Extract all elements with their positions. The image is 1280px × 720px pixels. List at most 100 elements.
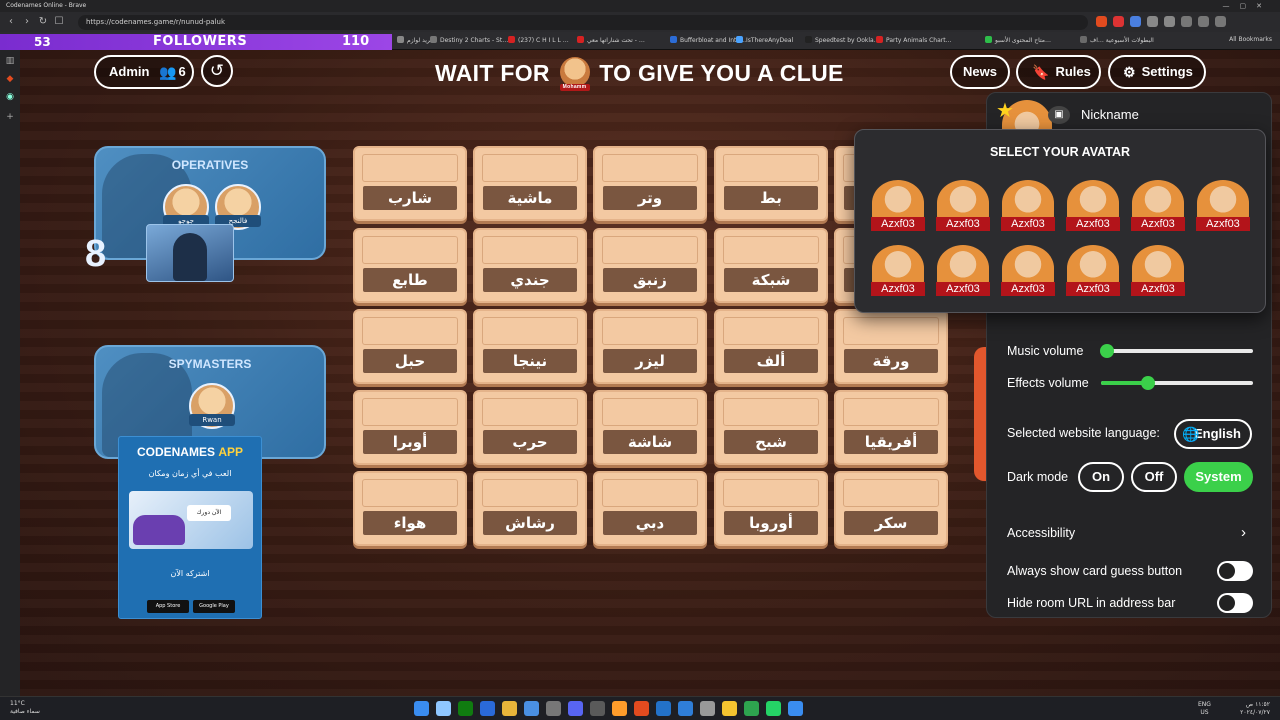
avatar-option[interactable]: Azxf03 [1131, 180, 1185, 234]
app-icon[interactable] [656, 701, 671, 716]
change-avatar-icon[interactable]: ▣ [1048, 106, 1070, 124]
taskview-icon[interactable] [436, 701, 451, 716]
sidebar-panel-icon[interactable]: ▥ [5, 56, 15, 66]
app-icon[interactable] [590, 701, 605, 716]
google-play-badge[interactable]: Google Play [193, 600, 235, 613]
word-card[interactable]: ألف [714, 309, 828, 384]
bookmark-item[interactable]: Party Animals Chart… [876, 36, 952, 44]
effects-volume-knob[interactable] [1141, 376, 1156, 390]
word-card[interactable]: زنبق [593, 228, 707, 303]
word-card[interactable]: رشاش [473, 471, 587, 546]
extension-icon[interactable] [1147, 16, 1158, 27]
dark-mode-off[interactable]: Off [1131, 462, 1177, 492]
weather-widget[interactable]: 11°C سماء صافية [10, 700, 40, 716]
explorer-icon[interactable] [502, 701, 517, 716]
word-card[interactable]: طابع [353, 228, 467, 303]
app-icon[interactable] [744, 701, 759, 716]
word-icon[interactable] [480, 701, 495, 716]
reset-icon[interactable]: ↺ [201, 55, 233, 87]
vscode-icon[interactable] [678, 701, 693, 716]
start-icon[interactable] [414, 701, 429, 716]
all-bookmarks[interactable]: All Bookmarks [1229, 36, 1272, 43]
avatar-option[interactable]: Azxf03 [936, 180, 990, 234]
extension-icon[interactable] [1130, 16, 1141, 27]
discord-icon[interactable] [568, 701, 583, 716]
avatar-option[interactable]: Azxf03 [936, 245, 990, 299]
sidebar-toggle-icon[interactable] [1181, 16, 1192, 27]
forward-icon[interactable]: › [20, 15, 34, 29]
word-card[interactable]: وتر [593, 146, 707, 221]
app-icon[interactable]: ◉ [5, 92, 15, 102]
avatar-option[interactable]: Azxf03 [1001, 180, 1055, 234]
language-indicator[interactable]: ENG US [1198, 701, 1211, 717]
menu-icon[interactable] [1215, 16, 1226, 27]
xbox-icon[interactable] [458, 701, 473, 716]
always-show-guess-toggle[interactable] [1217, 561, 1253, 581]
avatar-option[interactable]: Azxf03 [1066, 180, 1120, 234]
app-icon[interactable] [700, 701, 715, 716]
word-card[interactable]: شاشة [593, 390, 707, 465]
dark-mode-system[interactable]: System [1184, 462, 1253, 492]
app-icon[interactable] [524, 701, 539, 716]
word-card[interactable]: نينجا [473, 309, 587, 384]
language-select[interactable]: 🌐 English [1174, 419, 1252, 449]
admin-button[interactable]: Admin 👥 6 [94, 55, 194, 89]
word-card[interactable]: ماشية [473, 146, 587, 221]
word-card[interactable]: شارب [353, 146, 467, 221]
app-icon[interactable] [612, 701, 627, 716]
hide-url-toggle[interactable] [1217, 593, 1253, 613]
extension-icon[interactable] [1164, 16, 1175, 27]
app-store-badge[interactable]: App Store [147, 600, 189, 613]
word-card[interactable]: بط [714, 146, 828, 221]
brave-icon[interactable] [634, 701, 649, 716]
word-card[interactable]: جندي [473, 228, 587, 303]
back-icon[interactable]: ‹ [4, 15, 18, 29]
url-bar[interactable]: https://codenames.game/r/nunud-paluk [78, 15, 1088, 30]
add-icon[interactable]: + [5, 112, 15, 122]
news-button[interactable]: News [950, 55, 1010, 89]
word-card[interactable]: أوروبا [714, 471, 828, 546]
avatar-option[interactable]: Azxf03 [871, 245, 925, 299]
app-icon[interactable] [722, 701, 737, 716]
avatar-option[interactable]: Azxf03 [1196, 180, 1250, 234]
app-icon[interactable] [788, 701, 803, 716]
word-card[interactable]: هواء [353, 471, 467, 546]
brave-shield-icon[interactable] [1096, 16, 1107, 27]
bookmark-item[interactable]: Bufferbloat and Inte… [670, 36, 746, 44]
word-card[interactable]: حرب [473, 390, 587, 465]
word-card[interactable]: شبح [714, 390, 828, 465]
brave-icon[interactable]: ◆ [5, 74, 15, 84]
avatar-option[interactable]: Azxf03 [1131, 245, 1185, 299]
bookmark-item[interactable]: Speedtest by Ookla… [805, 36, 880, 44]
nickname-field[interactable]: Nickname [1081, 107, 1139, 122]
word-card[interactable]: ليزر [593, 309, 707, 384]
rules-button[interactable]: 🔖 Rules [1016, 55, 1101, 89]
music-volume-slider[interactable] [1104, 349, 1253, 353]
wallet-icon[interactable] [1198, 16, 1209, 27]
word-card[interactable]: أوبرا [353, 390, 467, 465]
avatar-option[interactable]: Azxf03 [871, 180, 925, 234]
bookmark-item[interactable]: البطولات الأسبوعية …اف [1080, 36, 1154, 44]
bookmark-item[interactable]: (237) C H I L L … [508, 36, 569, 44]
word-card[interactable]: ورقة [834, 309, 948, 384]
avatar-option[interactable]: Azxf03 [1001, 245, 1055, 299]
rewards-icon[interactable] [1113, 16, 1124, 27]
chevron-right-icon[interactable]: › [1241, 524, 1246, 541]
dark-mode-on[interactable]: On [1078, 462, 1124, 492]
clock[interactable]: ١١:٥٢ ص ٢٠٢٤/٠٧/٢٧ [1240, 701, 1270, 717]
bookmark-item[interactable]: متاح المحتوى الأسبو… [985, 36, 1051, 44]
word-card[interactable]: دبي [593, 471, 707, 546]
window-controls[interactable]: —▢✕ [1223, 0, 1272, 12]
word-card[interactable]: شبكة [714, 228, 828, 303]
accessibility-label[interactable]: Accessibility [1007, 526, 1075, 540]
bookmark-icon[interactable]: ☐ [52, 15, 66, 29]
word-card[interactable]: أفريقيا [834, 390, 948, 465]
app-icon[interactable] [546, 701, 561, 716]
settings-button[interactable]: ⚙ Settings [1108, 55, 1206, 89]
bookmark-item[interactable]: تحت شناراتها معي - … [577, 36, 645, 44]
bookmark-item[interactable]: IsThereAnyDeal [736, 36, 793, 44]
app-advert[interactable]: CODENAMES APP العب في أي زمان ومكان الآن… [118, 436, 262, 619]
avatar-option[interactable]: Azxf03 [1066, 245, 1120, 299]
bookmark-item[interactable]: Destiny 2 Charts - St… [430, 36, 508, 44]
whatsapp-icon[interactable] [766, 701, 781, 716]
